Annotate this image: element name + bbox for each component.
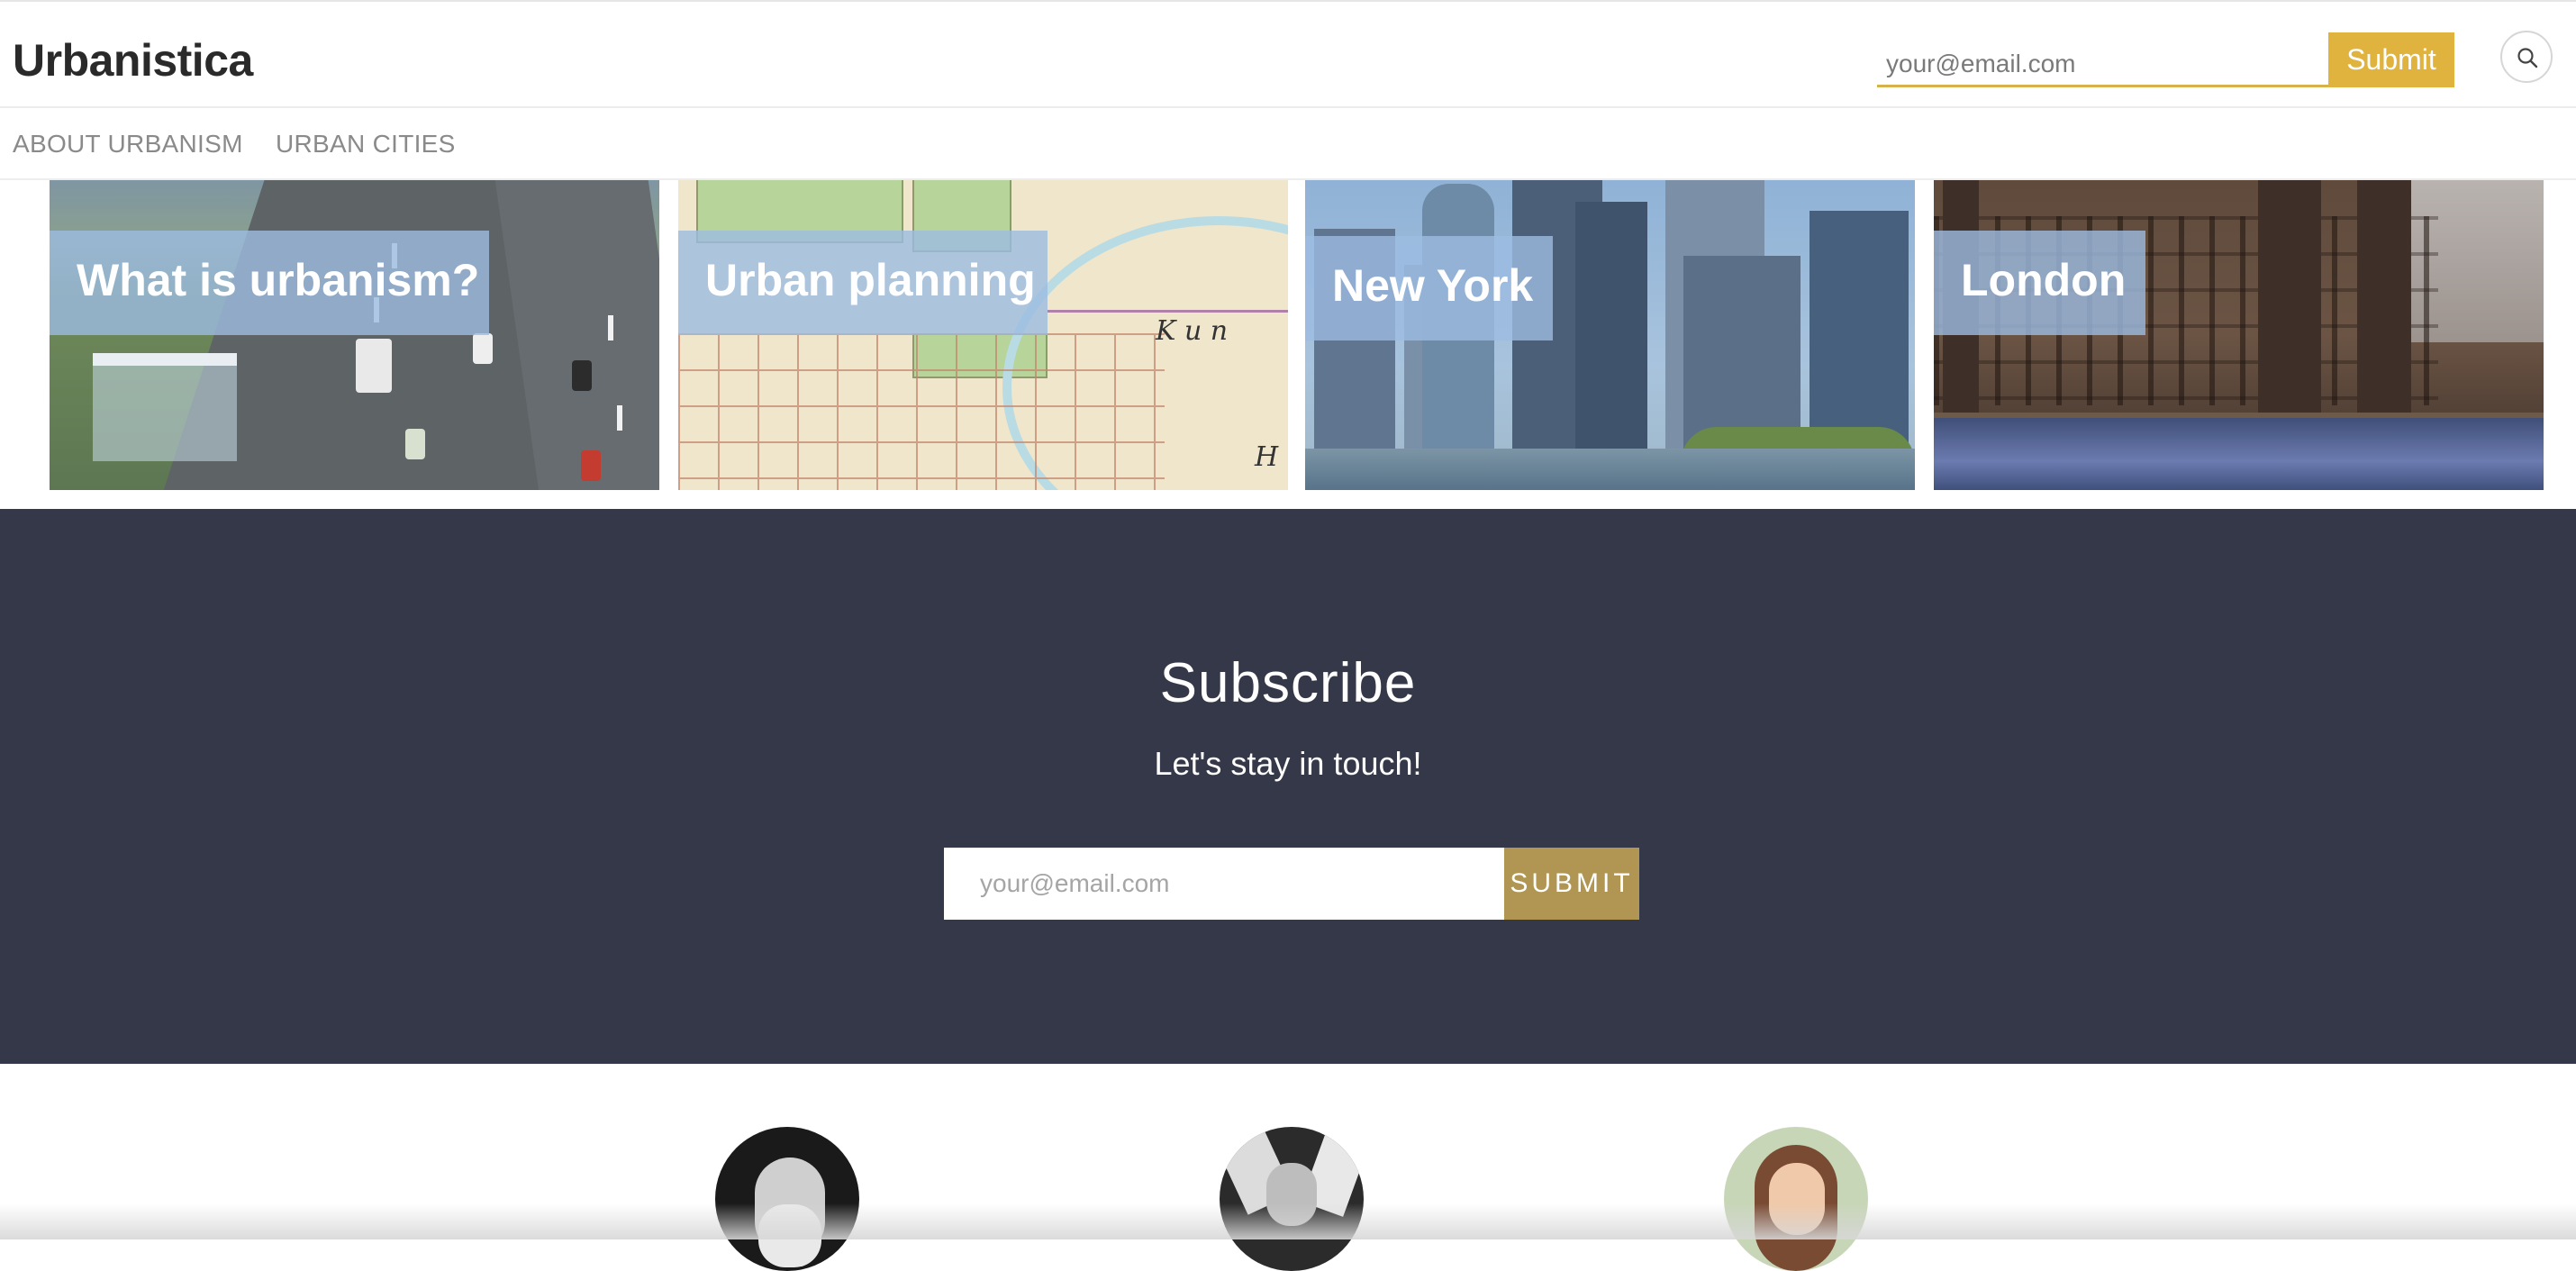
building [1575, 202, 1647, 454]
search-icon [2517, 48, 2538, 68]
lane-stripe [608, 315, 613, 340]
map-handwriting: K u n [1156, 315, 1229, 347]
nav-item-urban-cities[interactable]: URBAN CITIES [276, 130, 456, 159]
building [1810, 211, 1909, 454]
map-grid [678, 333, 1165, 490]
subscribe-email-input[interactable] [944, 848, 1504, 920]
building [1683, 256, 1800, 454]
avatar[interactable] [715, 1127, 859, 1271]
card-new-york[interactable]: New York [1305, 180, 1915, 490]
car [405, 429, 425, 459]
subscribe-submit-button[interactable]: SUBMIT [1504, 848, 1639, 920]
header-submit-button[interactable]: Submit [2328, 32, 2454, 87]
avatar[interactable] [1724, 1127, 1868, 1271]
card-what-is-urbanism[interactable]: What is urbanism? [50, 180, 659, 490]
car [572, 360, 592, 391]
nav-item-about-urbanism[interactable]: ABOUT URBANISM [13, 130, 243, 159]
bus [356, 339, 392, 393]
bus-shelter [93, 353, 237, 461]
river [1934, 418, 2544, 490]
bottom-shadow [0, 1203, 2576, 1239]
car [473, 333, 493, 364]
card-title: What is urbanism? [77, 255, 480, 305]
subscribe-section: Subscribe Let's stay in touch! SUBMIT [0, 509, 2576, 1064]
card-london[interactable]: London [1934, 180, 2544, 490]
card-urban-planning[interactable]: K u n H Urban planning [678, 180, 1288, 490]
subscribe-tagline: Let's stay in touch! [1154, 745, 1422, 782]
subscribe-title: Subscribe [1159, 652, 1417, 714]
card-title: London [1961, 255, 2127, 305]
harbor-water [1305, 449, 1915, 490]
avatar[interactable] [1220, 1127, 1364, 1271]
map-boundary [1048, 310, 1288, 313]
map-handwriting: H [1255, 441, 1279, 473]
main-nav: ABOUT URBANISM URBAN CITIES [0, 110, 2576, 180]
tower [2258, 180, 2321, 414]
search-button[interactable] [2500, 31, 2553, 83]
people-section [0, 1064, 2576, 1271]
header-email-input[interactable] [1877, 33, 2329, 87]
feature-cards: What is urbanism? K u n H Urban planning… [0, 180, 2576, 490]
lane-stripe [617, 405, 622, 431]
car [581, 450, 601, 481]
brand-logo[interactable]: Urbanistica [13, 34, 253, 86]
tower [2357, 180, 2411, 414]
card-title: New York [1332, 260, 1534, 311]
card-title: Urban planning [705, 255, 1036, 305]
site-header: Urbanistica Submit [0, 0, 2576, 108]
